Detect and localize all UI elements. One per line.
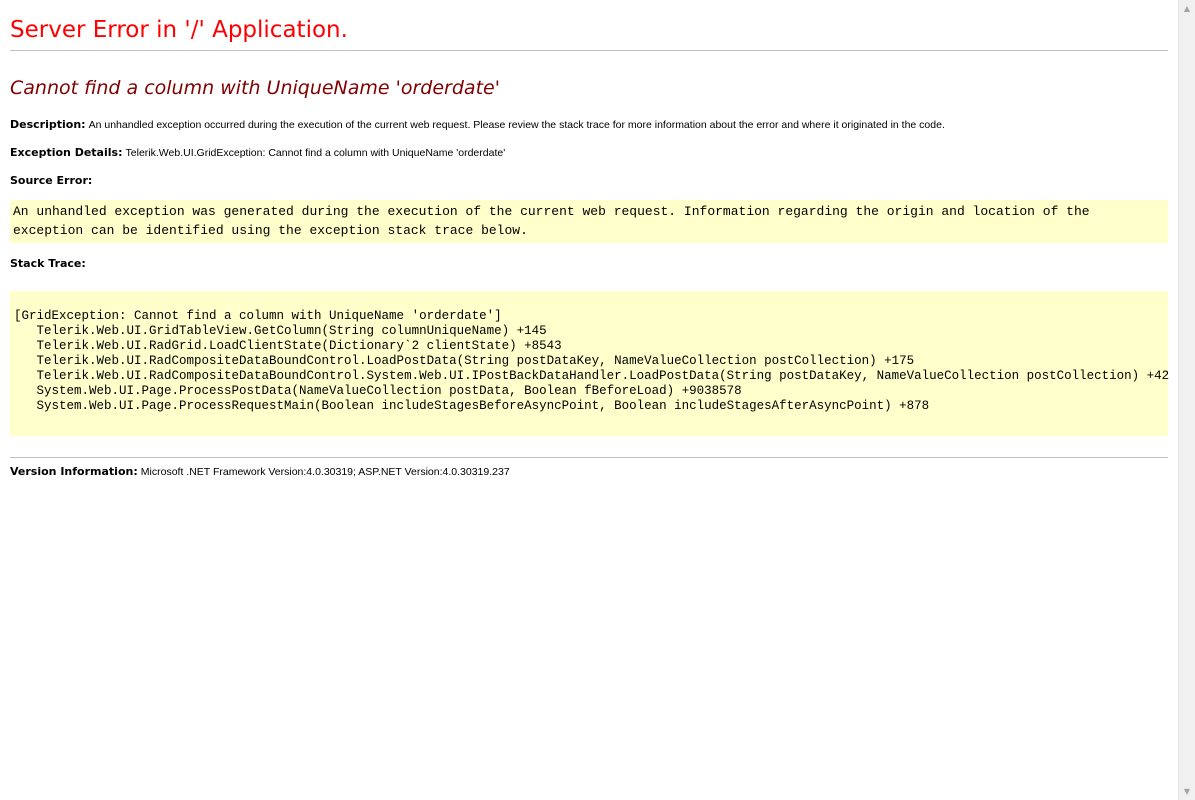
exception-details-label: Exception Details: (10, 146, 123, 159)
page-title: Server Error in '/' Application. (10, 17, 348, 43)
source-error-text: An unhandled exception was generated dur… (13, 204, 1090, 238)
exception-details-section: Exception Details: Telerik.Web.UI.GridEx… (10, 146, 1168, 160)
stack-trace-line: System.Web.UI.Page.ProcessPostData(NameV… (14, 384, 742, 398)
stack-trace-line: [GridException: Cannot find a column wit… (14, 309, 502, 323)
description-text: An unhandled exception occurred during t… (88, 119, 945, 131)
version-information-text: Microsoft .NET Framework Version:4.0.303… (140, 466, 510, 478)
scroll-track[interactable] (1179, 17, 1195, 783)
version-divider (10, 457, 1168, 458)
stack-trace-line: Telerik.Web.UI.GridTableView.GetColumn(S… (14, 324, 547, 338)
stack-trace-box: [GridException: Cannot find a column wit… (10, 291, 1170, 436)
stack-trace-label: Stack Trace: (10, 257, 86, 270)
error-page: Server Error in '/' Application. Cannot … (0, 0, 1178, 800)
title-divider (10, 50, 1168, 51)
stack-trace-line: System.Web.UI.Page.ProcessRequestMain(Bo… (14, 399, 930, 413)
source-error-label: Source Error: (10, 174, 93, 187)
source-error-section: Source Error: (10, 174, 1168, 188)
description-section: Description: An unhandled exception occu… (10, 118, 1168, 132)
scroll-down-arrow-icon[interactable]: ▼ (1179, 783, 1195, 800)
stack-trace-line: Telerik.Web.UI.RadCompositeDataBoundCont… (14, 369, 1170, 383)
version-information-section: Version Information: Microsoft .NET Fram… (10, 465, 1168, 479)
source-error-box: An unhandled exception was generated dur… (10, 200, 1168, 243)
stack-trace-line: Telerik.Web.UI.RadGrid.LoadClientState(D… (14, 339, 562, 353)
error-content: Server Error in '/' Application. Cannot … (0, 16, 1178, 479)
error-message: Cannot find a column with UniqueName 'or… (10, 77, 500, 99)
vertical-scrollbar[interactable]: ▲ ▼ (1178, 0, 1195, 800)
scroll-up-arrow-icon[interactable]: ▲ (1179, 0, 1195, 17)
version-information-label: Version Information: (10, 465, 138, 478)
description-label: Description: (10, 118, 86, 131)
stack-trace-section: Stack Trace: (10, 257, 1168, 271)
exception-details-text: Telerik.Web.UI.GridException: Cannot fin… (125, 147, 506, 159)
stack-trace-line: Telerik.Web.UI.RadCompositeDataBoundCont… (14, 354, 915, 368)
